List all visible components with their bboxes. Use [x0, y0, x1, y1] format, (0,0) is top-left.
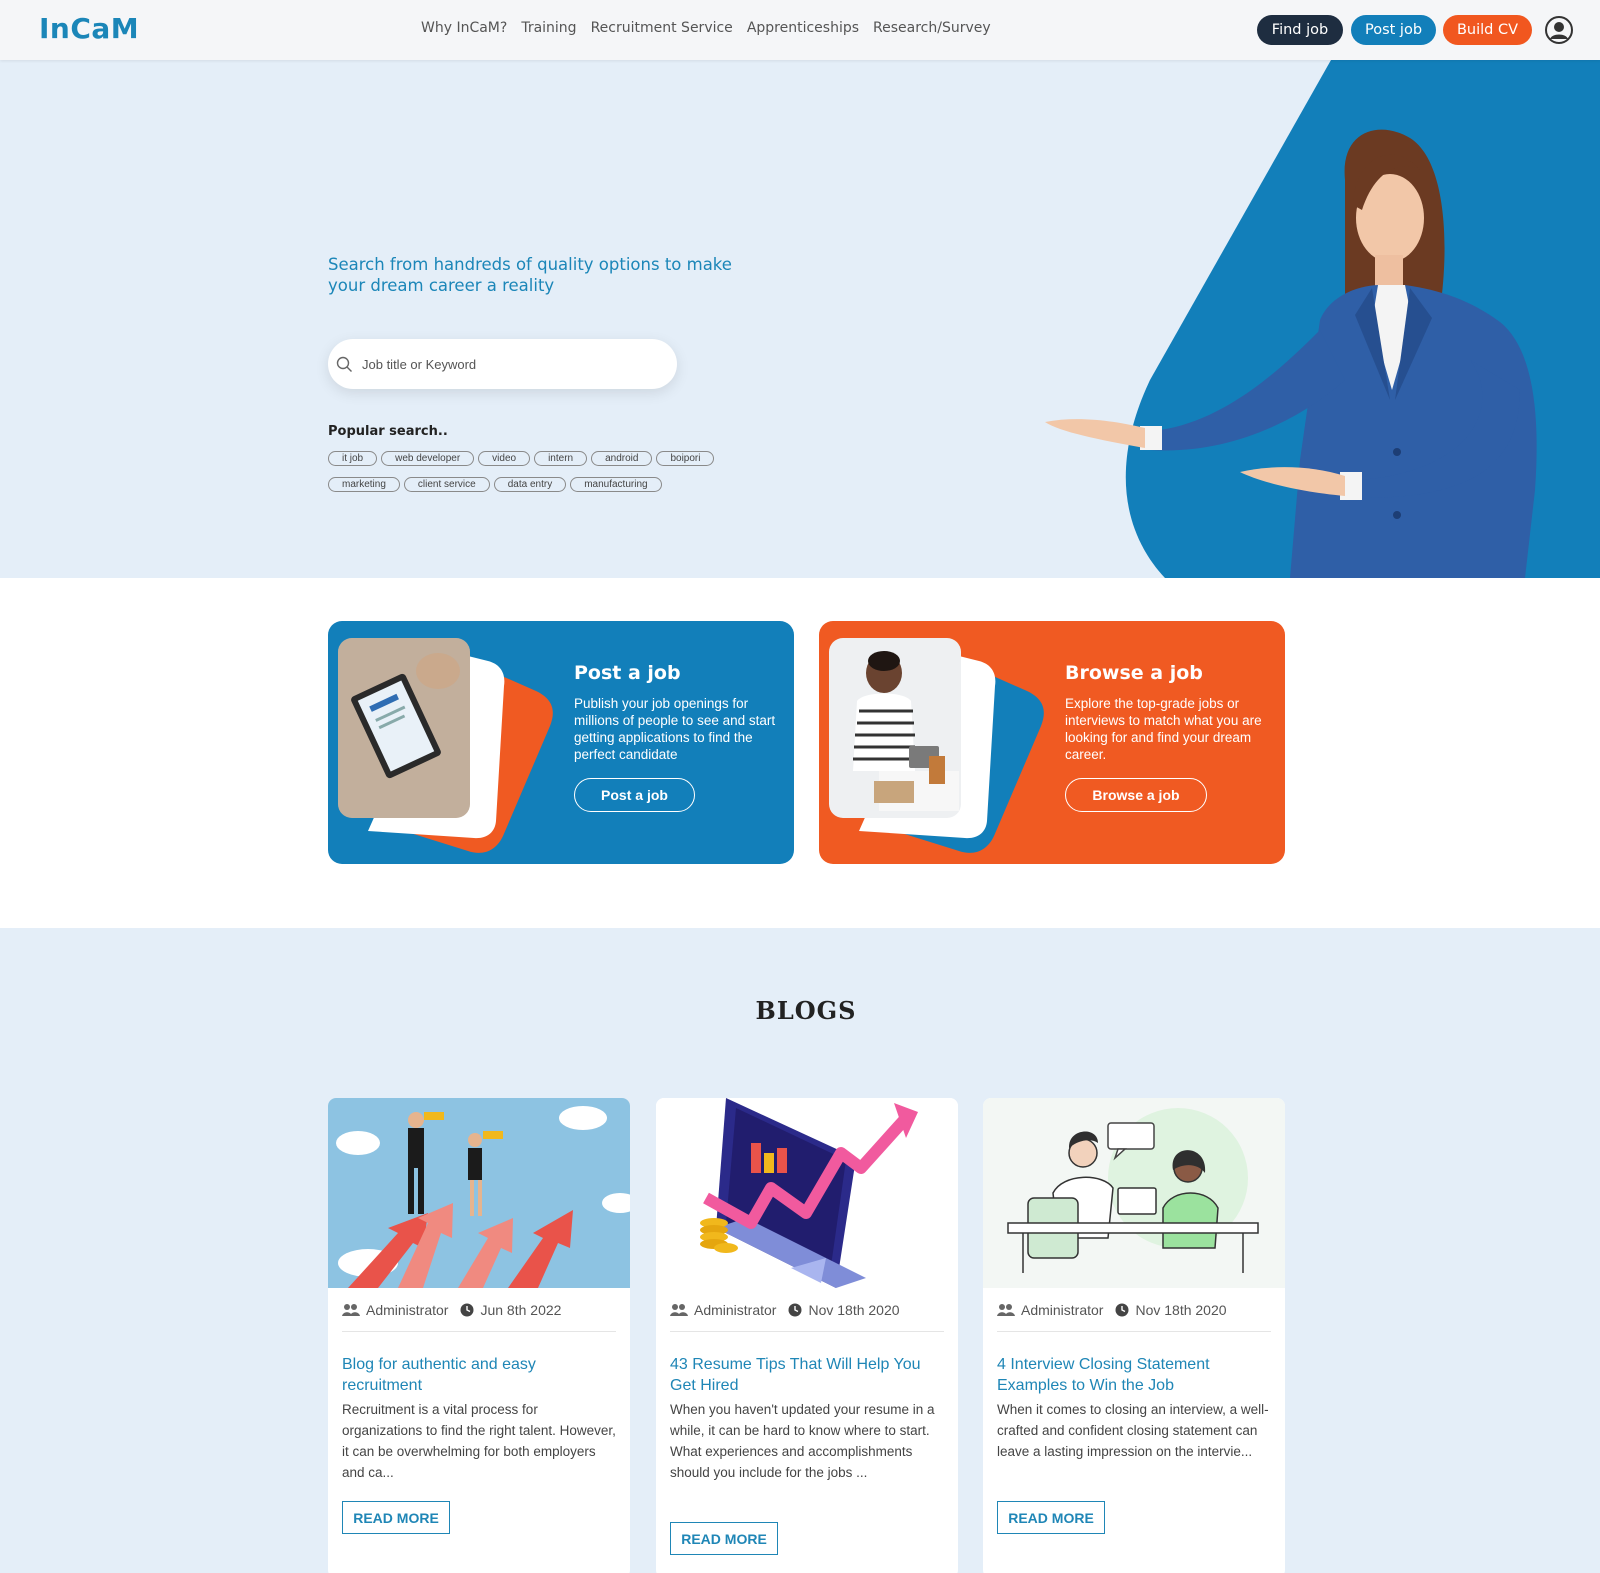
- tag-intern[interactable]: intern: [534, 451, 588, 466]
- clock-icon: [1115, 1303, 1129, 1317]
- browse-job-card: Browse a job Explore the top-grade jobs …: [819, 621, 1285, 864]
- incam-logo[interactable]: InCaM: [39, 12, 139, 45]
- blog-3-divider: [997, 1331, 1271, 1332]
- blog-1-read-more-button[interactable]: READ MORE: [342, 1501, 450, 1534]
- hero-section: Search from handreds of quality options …: [0, 60, 1600, 578]
- browse-job-card-button[interactable]: Browse a job: [1065, 778, 1207, 812]
- job-keyword-input[interactable]: [362, 352, 662, 376]
- blog-card-2: Administrator Nov 18th 2020 43 Resume Ti…: [656, 1098, 958, 1573]
- blog-card-1: Administrator Jun 8th 2022 Blog for auth…: [328, 1098, 630, 1573]
- users-icon: [342, 1304, 360, 1316]
- blog-2-image[interactable]: [656, 1098, 958, 1288]
- job-search-box: [328, 339, 677, 389]
- tag-data-entry[interactable]: data entry: [493, 477, 567, 492]
- blog-1-date: Jun 8th 2022: [480, 1302, 562, 1318]
- popular-tags-row-2: marketing client service data entry manu…: [328, 477, 748, 492]
- blogs-section: BLOGS Administrator Jun 8th 2022 Blog fo…: [0, 928, 1600, 1573]
- menu-apprenticeships[interactable]: Apprenticeships: [747, 20, 859, 36]
- post-job-card-button[interactable]: Post a job: [574, 778, 695, 812]
- tag-marketing[interactable]: marketing: [328, 477, 400, 492]
- blog-2-author: Administrator: [694, 1302, 777, 1318]
- blog-1-meta: Administrator Jun 8th 2022: [342, 1302, 561, 1318]
- blog-2-excerpt: When you haven't updated your resume in …: [670, 1402, 935, 1480]
- tag-video[interactable]: video: [478, 451, 531, 466]
- post-job-button[interactable]: Post job: [1351, 15, 1436, 45]
- popular-tags-row-1: it job web developer video intern androi…: [328, 451, 748, 466]
- user-account-icon[interactable]: [1544, 15, 1574, 45]
- action-cards-section: Post a job Publish your job openings for…: [0, 578, 1600, 928]
- post-job-card-image: [338, 638, 553, 853]
- tag-android[interactable]: android: [591, 451, 653, 466]
- post-job-card: Post a job Publish your job openings for…: [328, 621, 794, 864]
- popular-search-label: Popular search..: [328, 424, 448, 439]
- tag-web-developer[interactable]: web developer: [381, 451, 475, 466]
- blog-1-divider: [342, 1331, 616, 1332]
- blog-1-title[interactable]: Blog for authentic and easy recruitment: [342, 1354, 617, 1396]
- blog-3-author: Administrator: [1021, 1302, 1104, 1318]
- blog-3-read-more-button[interactable]: READ MORE: [997, 1501, 1105, 1534]
- tag-boipori[interactable]: boipori: [656, 451, 715, 466]
- blog-3-title[interactable]: 4 Interview Closing Statement Examples t…: [997, 1354, 1272, 1396]
- blog-card-3: Administrator Nov 18th 2020 4 Interview …: [983, 1098, 1285, 1573]
- blog-2-meta: Administrator Nov 18th 2020: [670, 1302, 900, 1318]
- menu-why-incam[interactable]: Why InCaM?: [421, 20, 507, 36]
- find-job-button[interactable]: Find job: [1257, 15, 1343, 45]
- post-job-card-title: Post a job: [574, 662, 681, 684]
- blog-2-read-more-button[interactable]: READ MORE: [670, 1522, 778, 1555]
- blog-2-date: Nov 18th 2020: [808, 1302, 900, 1318]
- menu-training[interactable]: Training: [521, 20, 576, 36]
- blog-1-author: Administrator: [366, 1302, 449, 1318]
- users-icon: [997, 1304, 1015, 1316]
- post-job-card-text: Publish your job openings for millions o…: [574, 696, 776, 762]
- build-cv-button[interactable]: Build CV: [1443, 15, 1532, 45]
- blog-2-divider: [670, 1331, 944, 1332]
- menu-research-survey[interactable]: Research/Survey: [873, 20, 991, 36]
- users-icon: [670, 1304, 688, 1316]
- browse-job-card-text: Explore the top-grade jobs or interviews…: [1065, 696, 1262, 762]
- tag-manufacturing[interactable]: manufacturing: [570, 477, 662, 492]
- main-menu: Why InCaM? Training Recruitment Service …: [421, 20, 991, 36]
- search-icon: [336, 356, 352, 372]
- clock-icon: [788, 1303, 802, 1317]
- menu-recruitment-service[interactable]: Recruitment Service: [591, 20, 733, 36]
- hero-illustration: [1045, 60, 1600, 578]
- blog-3-meta: Administrator Nov 18th 2020: [997, 1302, 1227, 1318]
- browse-job-card-title: Browse a job: [1065, 662, 1203, 684]
- blog-1-excerpt: Recruitment is a vital process for organ…: [342, 1402, 616, 1480]
- blogs-heading: BLOGS: [755, 996, 857, 1025]
- blog-1-image[interactable]: [328, 1098, 630, 1288]
- blog-3-date: Nov 18th 2020: [1135, 1302, 1227, 1318]
- blog-2-title[interactable]: 43 Resume Tips That Will Help You Get Hi…: [670, 1354, 945, 1396]
- blog-3-image[interactable]: [983, 1098, 1285, 1288]
- clock-icon: [460, 1303, 474, 1317]
- blog-3-excerpt: When it comes to closing an interview, a…: [997, 1402, 1269, 1459]
- browse-job-card-image: [829, 638, 1044, 853]
- tag-client-service[interactable]: client service: [403, 477, 490, 492]
- tag-it-job[interactable]: it job: [328, 451, 378, 466]
- top-navbar: InCaM Why InCaM? Training Recruitment Se…: [0, 0, 1600, 60]
- hero-headline: Search from handreds of quality options …: [328, 255, 732, 295]
